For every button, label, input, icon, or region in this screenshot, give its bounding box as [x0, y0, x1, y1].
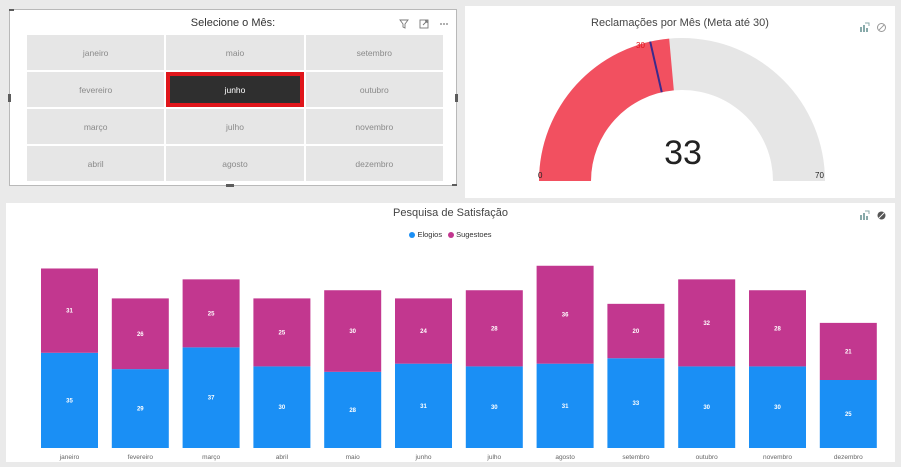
data-label-sugestoes-setembro: 20: [633, 329, 640, 335]
x-tick-label-julho: julho: [486, 454, 501, 461]
satisfaction-chart-panel: Pesquisa de Satisfação Elogios Sugestoes…: [6, 203, 895, 462]
month-tile-agosto[interactable]: agosto: [166, 146, 304, 181]
x-tick-label-janeiro: janeiro: [59, 454, 80, 461]
month-tile-março[interactable]: março: [27, 109, 165, 144]
gauge-value: 33: [664, 134, 702, 172]
data-label-sugestoes-março: 25: [208, 311, 215, 317]
data-label-sugestoes-dezembro: 21: [845, 349, 852, 355]
data-label-elogios-maio: 28: [349, 408, 356, 414]
resize-handle-bottom[interactable]: [226, 184, 234, 187]
data-label-sugestoes-julho: 28: [491, 326, 498, 332]
data-label-elogios-outubro: 30: [703, 405, 710, 411]
x-tick-label-novembro: novembro: [763, 454, 792, 461]
data-label-elogios-fevereiro: 29: [137, 407, 144, 413]
resize-handle-right[interactable]: [455, 94, 458, 102]
x-tick-label-fevereiro: fevereiro: [128, 454, 154, 461]
month-tile-grid: janeiro maio setembro fevereiro junho outubro…: [27, 35, 443, 181]
data-label-elogios-março: 37: [208, 396, 215, 402]
data-label-sugestoes-janeiro: 31: [66, 309, 73, 315]
month-tile-outubro[interactable]: outubro: [305, 72, 443, 107]
resize-handle-bottom-right[interactable]: [452, 184, 457, 186]
x-tick-label-dezembro: dezembro: [834, 454, 863, 461]
x-tick-label-agosto: agosto: [555, 454, 575, 461]
x-tick-label-março: março: [202, 454, 220, 461]
data-label-elogios-setembro: 33: [633, 401, 640, 407]
month-tile-maio[interactable]: maio: [166, 35, 304, 70]
gauge-max-label: 70: [815, 171, 824, 180]
slicer-title: Selecione o Mês:: [190, 17, 276, 29]
data-label-sugestoes-novembro: 28: [774, 326, 781, 332]
x-tick-label-maio: maio: [346, 454, 360, 461]
x-tick-label-outubro: outubro: [696, 454, 718, 461]
data-label-sugestoes-junho: 24: [420, 329, 427, 335]
complaints-gauge-panel: Reclamações por Mês (Meta até 30) 30 33 …: [465, 6, 895, 198]
month-tile-junho[interactable]: junho: [166, 72, 304, 107]
focus-mode-icon[interactable]: [418, 18, 430, 30]
slicer-toolbar: [398, 18, 450, 30]
resize-handle-top-left[interactable]: [9, 9, 14, 11]
month-tile-setembro[interactable]: setembro: [305, 35, 443, 70]
month-tile-novembro[interactable]: novembro: [305, 109, 443, 144]
month-tile-janeiro[interactable]: janeiro: [27, 35, 165, 70]
data-label-sugestoes-fevereiro: 26: [137, 332, 144, 338]
data-label-sugestoes-outubro: 32: [703, 321, 710, 327]
data-label-elogios-julho: 30: [491, 405, 498, 411]
gauge-target-label: 30: [636, 41, 645, 50]
data-label-sugestoes-agosto: 36: [562, 313, 569, 319]
month-tile-abril[interactable]: abril: [27, 146, 165, 181]
data-label-elogios-junho: 31: [420, 404, 427, 410]
resize-handle-left[interactable]: [8, 94, 11, 102]
data-label-sugestoes-maio: 30: [349, 329, 356, 335]
data-label-elogios-abril: 30: [279, 405, 286, 411]
data-label-elogios-novembro: 30: [774, 405, 781, 411]
gauge-min-label: 0: [538, 171, 543, 180]
x-tick-label-setembro: setembro: [622, 454, 649, 461]
month-tile-fevereiro[interactable]: fevereiro: [27, 72, 165, 107]
stacked-bar-chart: 35 31 janeiro 29 26 fevereiro 37 25 março 30 25 abr…: [41, 265, 877, 461]
x-tick-label-junho: junho: [415, 454, 432, 461]
data-label-elogios-agosto: 31: [562, 404, 569, 410]
month-tile-julho[interactable]: julho: [166, 109, 304, 144]
more-options-icon[interactable]: [438, 18, 450, 30]
filter-icon[interactable]: [398, 18, 410, 30]
x-tick-label-abril: abril: [276, 454, 289, 461]
month-slicer-panel: Selecione o Mês: janeiro maio setembro feve…: [8, 9, 458, 187]
data-label-sugestoes-abril: 25: [279, 330, 286, 336]
month-tile-dezembro[interactable]: dezembro: [305, 146, 443, 181]
data-label-elogios-janeiro: 35: [66, 398, 73, 404]
data-label-elogios-dezembro: 25: [845, 412, 852, 418]
